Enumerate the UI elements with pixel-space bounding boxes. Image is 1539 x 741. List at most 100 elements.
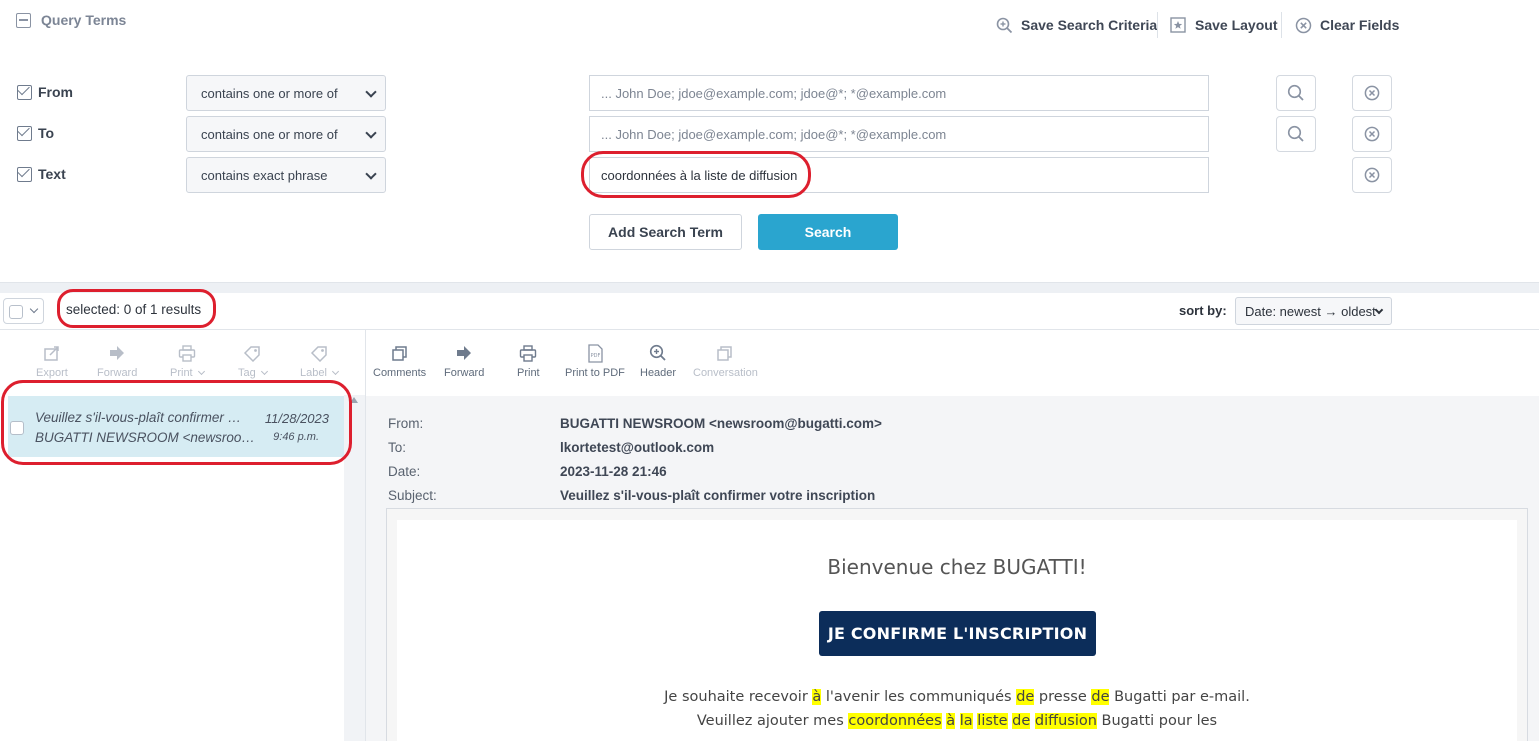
print-to-pdf-button[interactable]: PDF Print to PDF	[565, 342, 625, 379]
select-all-dropdown[interactable]	[3, 298, 44, 324]
list-item[interactable]: Veuillez s'il-vous-plaît confirmer votre…	[8, 396, 344, 457]
from-meta-value: BUGATTI NEWSROOM <newsroom@bugatti.com>	[560, 416, 882, 431]
clear-circle-icon	[1294, 16, 1312, 34]
conversation-button[interactable]: Conversation	[693, 342, 758, 379]
tag-icon	[243, 342, 261, 364]
save-layout-label: Save Layout	[1195, 17, 1278, 33]
preview-print-label: Print	[517, 367, 540, 379]
list-print-button[interactable]: Print	[170, 342, 205, 379]
confirm-subscription-button[interactable]: JE CONFIRME L'INSCRIPTION	[819, 611, 1096, 656]
email-paragraph-line-2: Veuillez ajouter mes coordonnées à la li…	[397, 713, 1517, 729]
search-hit: de	[1091, 689, 1110, 705]
scroll-up-icon[interactable]	[350, 397, 358, 403]
clear-fields-button[interactable]: Clear Fields	[1294, 15, 1399, 35]
text-remove-button[interactable]	[1352, 157, 1392, 193]
search-icon	[1287, 84, 1304, 101]
sort-select[interactable]: Date: newest → oldest	[1235, 297, 1392, 325]
from-lookup-button[interactable]	[1276, 75, 1316, 111]
label-tag-icon	[310, 342, 328, 364]
text-run: Je souhaite recevoir	[664, 689, 813, 705]
text-row-checkbox[interactable]	[17, 167, 32, 182]
comments-button[interactable]: Comments	[373, 342, 426, 379]
comments-label: Comments	[373, 367, 427, 379]
to-row-label: To	[38, 125, 55, 141]
chevron-down-icon	[29, 304, 39, 314]
tag-button[interactable]: Tag	[238, 342, 268, 379]
search-hit: coordonnées	[848, 713, 942, 729]
from-meta-label: From:	[388, 416, 424, 431]
text-operator-select[interactable]: contains exact phrase	[186, 157, 386, 193]
text-run: Bugatti pour les	[1096, 713, 1218, 729]
list-item-sender: BUGATTI NEWSROOM <newsroom@bugatti.com>	[35, 430, 260, 445]
remove-circle-icon	[1364, 167, 1380, 183]
list-item-date: 11/28/2023	[264, 411, 329, 426]
list-item-checkbox[interactable]	[10, 421, 24, 435]
chevron-down-icon	[331, 367, 339, 376]
from-remove-button[interactable]	[1352, 75, 1392, 111]
search-hit: à	[812, 689, 822, 705]
svg-text:PDF: PDF	[591, 353, 601, 359]
pdf-icon: PDF	[586, 342, 604, 364]
to-lookup-button[interactable]	[1276, 116, 1316, 152]
from-term-input[interactable]: ... John Doe; jdoe@example.com; jdoe@*; …	[589, 75, 1209, 111]
from-row-label: From	[38, 84, 73, 100]
list-forward-button[interactable]: Forward	[97, 342, 137, 379]
remove-circle-icon	[1364, 126, 1380, 142]
from-term-placeholder: ... John Doe; jdoe@example.com; jdoe@*; …	[601, 85, 947, 101]
from-row-checkbox[interactable]	[17, 85, 32, 100]
sort-label: sort by:	[1179, 303, 1227, 318]
preview-forward-label: Forward	[444, 367, 485, 379]
to-meta-value: lkortetest@outlook.com	[560, 440, 715, 455]
action-divider	[1281, 12, 1282, 38]
list-item-time: 9:46 p.m.	[273, 431, 319, 443]
comments-icon	[391, 342, 409, 364]
add-search-term-button[interactable]: Add Search Term	[589, 214, 742, 250]
search-hit: la	[959, 713, 973, 729]
preview-print-button[interactable]: Print	[517, 342, 540, 379]
header-button[interactable]: Header	[640, 342, 676, 379]
label-label: Label	[300, 367, 327, 379]
chevron-down-icon	[1374, 305, 1384, 315]
label-button[interactable]: Label	[300, 342, 339, 379]
to-remove-button[interactable]	[1352, 116, 1392, 152]
preview-forward-button[interactable]: Forward	[444, 342, 484, 379]
zoom-plus-icon	[649, 342, 667, 364]
subject-meta-value: Veuillez s'il-vous-plaît confirmer votre…	[560, 488, 876, 503]
chevron-down-icon	[197, 367, 205, 376]
text-row-label: Text	[38, 166, 66, 182]
to-term-input[interactable]: ... John Doe; jdoe@example.com; jdoe@*; …	[589, 116, 1209, 152]
list-item-subject: Veuillez s'il-vous-plaît confirmer votre…	[35, 410, 245, 425]
search-icon	[1287, 125, 1304, 142]
search-hit: diffusion	[1034, 713, 1097, 729]
save-layout-button[interactable]: Save Layout	[1169, 15, 1277, 35]
list-forward-label: Forward	[97, 367, 138, 379]
to-meta-label: To:	[388, 440, 407, 455]
to-operator-select[interactable]: contains one or more of	[186, 116, 386, 152]
search-hit: de	[1012, 713, 1031, 729]
select-all-checkbox[interactable]	[9, 305, 23, 319]
to-term-placeholder: ... John Doe; jdoe@example.com; jdoe@*; …	[601, 126, 947, 142]
star-box-icon	[1169, 16, 1187, 34]
tag-label: Tag	[238, 367, 256, 379]
save-search-criteria-button[interactable]: Save Search Criteria	[995, 15, 1157, 35]
export-button[interactable]: Export	[36, 342, 68, 379]
list-scrollbar[interactable]	[344, 395, 365, 741]
collapse-toggle-icon[interactable]	[16, 13, 31, 28]
from-operator-select[interactable]: contains one or more of	[186, 75, 386, 111]
forward-arrow-icon	[455, 342, 473, 364]
text-run: Bugatti par e-mail.	[1109, 689, 1250, 705]
date-meta-label: Date:	[388, 464, 421, 479]
query-terms-title: Query Terms	[41, 12, 127, 28]
chevron-down-icon	[365, 168, 377, 180]
to-row-checkbox[interactable]	[17, 126, 32, 141]
printer-icon	[519, 342, 537, 364]
search-button[interactable]: Search	[758, 214, 898, 250]
email-paragraph-line-1: Je souhaite recevoir à l'avenir les comm…	[397, 689, 1517, 705]
subject-meta-label: Subject:	[388, 488, 437, 503]
chevron-down-icon	[365, 127, 377, 139]
search-hit: liste	[977, 713, 1008, 729]
chevron-down-icon	[365, 86, 377, 98]
zoom-plus-icon	[995, 16, 1013, 34]
save-search-criteria-label: Save Search Criteria	[1021, 17, 1158, 33]
text-term-input[interactable]: coordonnées à la liste de diffusion	[589, 157, 1209, 193]
